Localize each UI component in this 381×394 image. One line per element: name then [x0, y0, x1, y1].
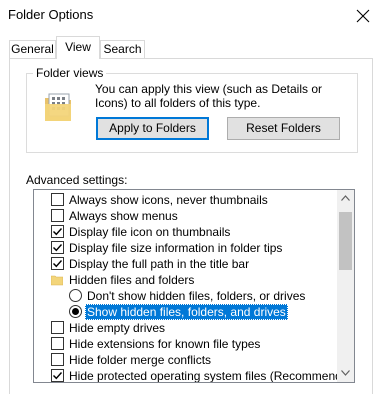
list-item-hide-empty-drives[interactable]: Hide empty drives [34, 320, 338, 336]
list-item-always-show-menus[interactable]: Always show menus [34, 208, 338, 224]
apply-to-folders-button[interactable]: Apply to Folders [96, 117, 209, 140]
checkmark-icon [53, 372, 63, 380]
checkbox-checked[interactable] [51, 369, 64, 382]
list-item-label: Hide extensions for known file types [69, 337, 261, 351]
checkbox[interactable] [51, 353, 64, 366]
tab-general[interactable]: General [9, 40, 56, 59]
folder-views-icon [45, 93, 71, 121]
folder-views-description: You can apply this view (such as Details… [95, 82, 323, 110]
list-item-show-hidden[interactable]: Show hidden files, folders, and drives [34, 304, 338, 320]
list-item-hide-protected-files[interactable]: Hide protected operating system files (R… [34, 368, 354, 382]
checkbox[interactable] [51, 193, 64, 206]
list-item-label-selected: Show hidden files, folders, and drives [85, 304, 288, 320]
list-item-label: Hidden files and folders [69, 273, 195, 287]
list-item-label: Hide empty drives [69, 321, 166, 335]
checkmark-icon [53, 260, 63, 268]
reset-folders-button[interactable]: Reset Folders [227, 117, 340, 140]
chevron-down-icon [341, 370, 350, 376]
checkmark-icon [53, 244, 63, 252]
list-item-label: Always show menus [69, 209, 178, 223]
radio-button-selected[interactable] [69, 305, 82, 318]
apply-to-folders-label: Apply to Folders [109, 121, 196, 135]
scroll-down-button[interactable] [337, 365, 354, 382]
list-item-display-file-icon[interactable]: Display file icon on thumbnails [34, 224, 338, 240]
list-item-label: Display the full path in the title bar [69, 257, 250, 271]
tab-search[interactable]: Search [100, 40, 145, 59]
list-item-display-file-size[interactable]: Display file size information in folder … [34, 240, 338, 256]
title-bar: Folder Options [0, 0, 381, 32]
advanced-settings-label: Advanced settings: [26, 173, 128, 187]
list-item-hide-extensions[interactable]: Hide extensions for known file types [34, 336, 338, 352]
reset-folders-label: Reset Folders [246, 121, 321, 135]
list-item-label: Don't show hidden files, folders, or dri… [87, 289, 306, 303]
scroll-up-button[interactable] [337, 190, 354, 207]
close-icon [356, 9, 370, 23]
window-title: Folder Options [8, 7, 94, 22]
advanced-settings-list[interactable]: Always show icons, never thumbnails Alwa… [33, 189, 355, 383]
list-item-hide-merge-conflicts[interactable]: Hide folder merge conflicts [34, 352, 338, 368]
close-button[interactable] [348, 3, 378, 29]
checkbox-checked[interactable] [51, 241, 64, 254]
checkbox[interactable] [51, 321, 64, 334]
checkbox[interactable] [51, 337, 64, 350]
checkbox-checked[interactable] [51, 225, 64, 238]
checkmark-icon [53, 228, 63, 236]
checkbox[interactable] [51, 209, 64, 222]
list-item-label: Display file size information in folder … [69, 241, 283, 255]
tab-view[interactable]: View [56, 36, 100, 59]
folder-icon [51, 275, 63, 286]
list-item-label: Hide folder merge conflicts [69, 353, 212, 367]
list-item-hidden-files-folder[interactable]: Hidden files and folders [34, 272, 338, 288]
list-item-label: Display file icon on thumbnails [69, 225, 231, 239]
folder-views-label: Folder views [33, 66, 107, 80]
tab-view-label: View [65, 40, 91, 54]
tab-general-label: General [11, 42, 54, 56]
radio-button[interactable] [69, 289, 82, 302]
list-item-always-show-icons[interactable]: Always show icons, never thumbnails [34, 192, 338, 208]
chevron-up-icon [341, 195, 350, 201]
list-item-label: Always show icons, never thumbnails [69, 193, 268, 207]
scrollbar-thumb[interactable] [339, 212, 352, 270]
list-item-label: Hide protected operating system files (R… [69, 369, 355, 383]
list-item-dont-show-hidden[interactable]: Don't show hidden files, folders, or dri… [34, 288, 338, 304]
vertical-scrollbar[interactable] [337, 190, 354, 382]
list-item-display-full-path[interactable]: Display the full path in the title bar [34, 256, 338, 272]
checkbox-checked[interactable] [51, 257, 64, 270]
tab-search-label: Search [103, 42, 142, 56]
